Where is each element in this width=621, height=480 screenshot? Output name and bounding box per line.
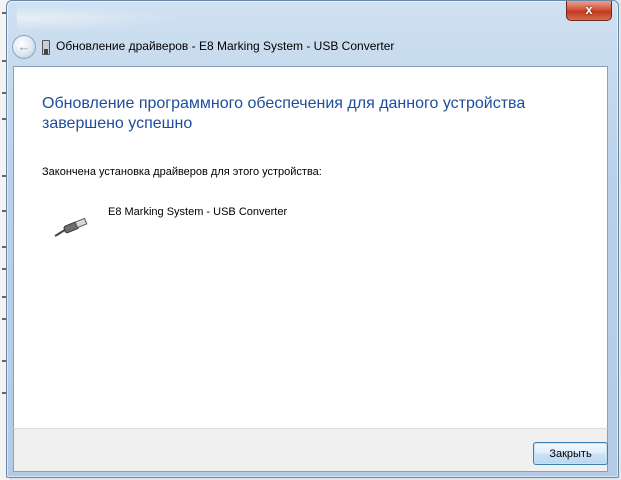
- title-bar-blur: [17, 5, 177, 31]
- back-button[interactable]: ←: [12, 35, 36, 59]
- navigation-bar: ← Обновление драйверов - E8 Marking Syst…: [12, 34, 602, 60]
- install-complete-text: Закончена установка драйверов для этого …: [42, 166, 322, 178]
- usb-connector-icon: [42, 40, 50, 55]
- success-heading: Обновление программного обеспечения для …: [42, 95, 526, 132]
- window-title: Обновление драйверов - E8 Marking System…: [56, 39, 395, 53]
- dialog-footer: [13, 428, 608, 472]
- close-button[interactable]: Закрыть: [533, 442, 608, 465]
- window-close-button[interactable]: x: [566, 1, 612, 21]
- device-name: E8 Marking System - USB Converter: [108, 206, 288, 218]
- close-icon: x: [585, 2, 593, 17]
- back-arrow-icon: ←: [17, 39, 31, 54]
- usb-cable-icon: [54, 217, 88, 237]
